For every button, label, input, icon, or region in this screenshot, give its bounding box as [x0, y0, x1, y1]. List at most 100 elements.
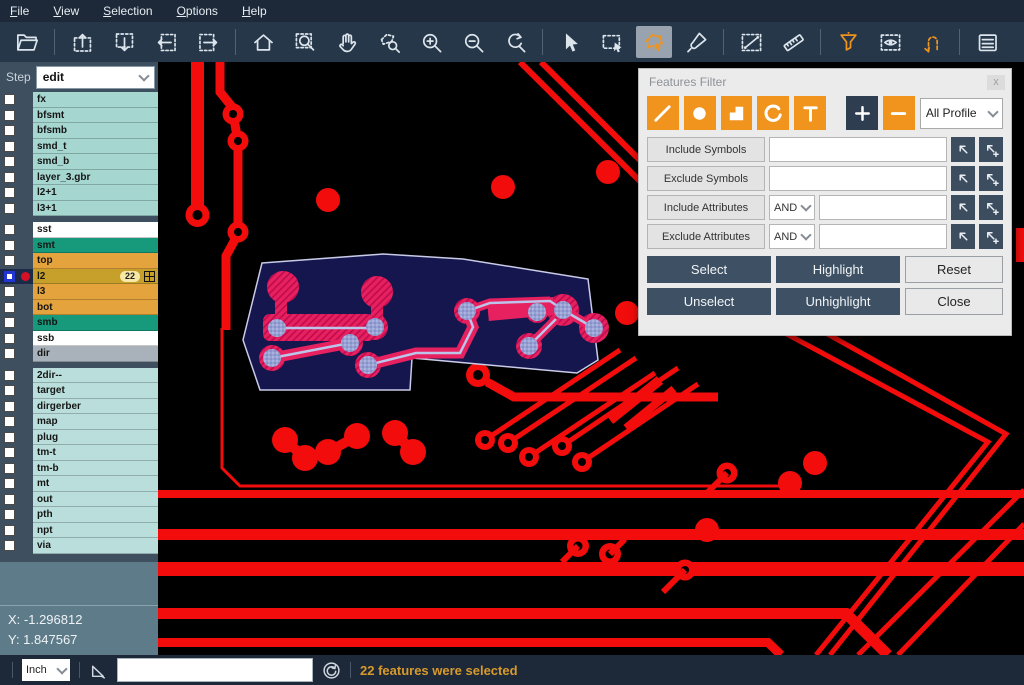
close-icon[interactable]: x: [987, 75, 1005, 90]
pick-from-canvas-icon[interactable]: [951, 195, 975, 220]
layer-visibility-checkbox[interactable]: [4, 416, 15, 427]
reset-button[interactable]: Reset: [905, 256, 1003, 283]
include-attributes-input[interactable]: [819, 195, 947, 220]
units-select[interactable]: Inch: [22, 659, 70, 681]
layer-visibility-checkbox[interactable]: [4, 141, 15, 152]
layer-visibility-checkbox[interactable]: [4, 302, 15, 313]
feature-type-arc-button[interactable]: [757, 96, 789, 130]
tool-zoom-out-icon[interactable]: [455, 26, 491, 58]
tool-select-rectangle-icon[interactable]: [594, 26, 630, 58]
corner-origin-icon[interactable]: [89, 661, 108, 680]
layer-row-smt[interactable]: smt: [0, 238, 158, 254]
layer-row-bfsmb[interactable]: bfsmb: [0, 123, 158, 139]
layer-row-smd_b[interactable]: smd_b: [0, 154, 158, 170]
layer-row-out[interactable]: out: [0, 492, 158, 508]
unselect-button[interactable]: Unselect: [647, 288, 771, 315]
tool-select-polygon-icon[interactable]: [636, 26, 672, 58]
layer-visibility-checkbox[interactable]: [4, 203, 15, 214]
layer-row-l2[interactable]: l222: [0, 269, 158, 285]
polarity-negative-button[interactable]: [883, 96, 915, 130]
layer-row-sst[interactable]: sst: [0, 222, 158, 238]
profile-select[interactable]: All Profile: [920, 98, 1003, 129]
layer-visibility-checkbox[interactable]: [4, 401, 15, 412]
layer-visibility-checkbox[interactable]: [4, 94, 15, 105]
exclude-attributes-button[interactable]: Exclude Attributes: [647, 224, 765, 249]
tool-zoom-polygon-icon[interactable]: [371, 26, 407, 58]
layer-row-tm-b[interactable]: tm-b: [0, 461, 158, 477]
tool-measure-ruler-icon[interactable]: [775, 26, 811, 58]
pick-add-from-canvas-icon[interactable]: [979, 166, 1003, 191]
layer-visibility-checkbox[interactable]: [4, 509, 15, 520]
command-input[interactable]: [117, 658, 313, 682]
feature-type-line-button[interactable]: [647, 96, 679, 130]
feature-type-text-button[interactable]: [794, 96, 826, 130]
layer-row-dirgerber[interactable]: dirgerber: [0, 399, 158, 415]
select-button[interactable]: Select: [647, 256, 771, 283]
tool-select-cursor-icon[interactable]: [552, 26, 588, 58]
tool-zoom-window-icon[interactable]: [287, 26, 323, 58]
unhighlight-button[interactable]: Unhighlight: [776, 288, 900, 315]
grid-icon[interactable]: [144, 271, 155, 282]
layer-visibility-checkbox[interactable]: [4, 224, 15, 235]
highlight-button[interactable]: Highlight: [776, 256, 900, 283]
pick-add-from-canvas-icon[interactable]: [979, 224, 1003, 249]
layer-row-mt[interactable]: mt: [0, 476, 158, 492]
exclude-symbols-button[interactable]: Exclude Symbols: [647, 166, 765, 191]
tool-layers-panel-icon[interactable]: [969, 26, 1005, 58]
layer-visibility-checkbox[interactable]: [4, 333, 15, 344]
layer-row-l2+1[interactable]: l2+1: [0, 185, 158, 201]
pick-from-canvas-icon[interactable]: [951, 166, 975, 191]
layer-row-bfsmt[interactable]: bfsmt: [0, 108, 158, 124]
layer-visibility-checkbox[interactable]: [4, 348, 15, 359]
selected-region[interactable]: [243, 254, 609, 390]
pick-from-canvas-icon[interactable]: [951, 137, 975, 162]
layer-row-fx[interactable]: fx: [0, 92, 158, 108]
tool-zoom-previous-icon[interactable]: [497, 26, 533, 58]
pick-from-canvas-icon[interactable]: [951, 224, 975, 249]
exclude-symbols-input[interactable]: [769, 166, 947, 191]
layer-row-pth[interactable]: pth: [0, 507, 158, 523]
layer-row-layer_3.gbr[interactable]: layer_3.gbr: [0, 170, 158, 186]
layer-visibility-checkbox[interactable]: [4, 317, 15, 328]
tool-zoom-in-icon[interactable]: [413, 26, 449, 58]
layer-row-l3+1[interactable]: l3+1: [0, 201, 158, 217]
close-button[interactable]: Close: [905, 288, 1003, 315]
layer-row-via[interactable]: via: [0, 538, 158, 554]
layer-row-bot[interactable]: bot: [0, 300, 158, 316]
layer-visibility-checkbox[interactable]: [4, 271, 15, 282]
layer-visibility-checkbox[interactable]: [4, 156, 15, 167]
layer-visibility-checkbox[interactable]: [4, 286, 15, 297]
layer-visibility-checkbox[interactable]: [4, 385, 15, 396]
layer-visibility-checkbox[interactable]: [4, 432, 15, 443]
feature-type-surface-button[interactable]: [721, 96, 753, 130]
step-select[interactable]: edit: [36, 66, 155, 89]
tool-import-top-icon[interactable]: [64, 26, 100, 58]
layer-row-tm-t[interactable]: tm-t: [0, 445, 158, 461]
tool-view-options-icon[interactable]: [872, 26, 908, 58]
include-attributes-operator-select[interactable]: AND: [769, 195, 815, 220]
dialog-title-bar[interactable]: Features Filter x: [639, 69, 1011, 95]
layer-row-dir[interactable]: dir: [0, 346, 158, 362]
pick-add-from-canvas-icon[interactable]: [979, 137, 1003, 162]
layer-row-npt[interactable]: npt: [0, 523, 158, 539]
layer-visibility-checkbox[interactable]: [4, 525, 15, 536]
layer-visibility-checkbox[interactable]: [4, 125, 15, 136]
tool-pan-hand-icon[interactable]: [329, 26, 365, 58]
tool-import-bottom-icon[interactable]: [106, 26, 142, 58]
layer-row-target[interactable]: target: [0, 383, 158, 399]
tool-measure-distance-icon[interactable]: [733, 26, 769, 58]
layer-visibility-checkbox[interactable]: [4, 370, 15, 381]
feature-type-pad-button[interactable]: [684, 96, 716, 130]
layer-row-ssb[interactable]: ssb: [0, 331, 158, 347]
menu-item-file[interactable]: File: [10, 4, 29, 18]
include-attributes-button[interactable]: Include Attributes: [647, 195, 765, 220]
layer-row-2dir--[interactable]: 2dir--: [0, 368, 158, 384]
layer-visibility-checkbox[interactable]: [4, 540, 15, 551]
layer-visibility-checkbox[interactable]: [4, 463, 15, 474]
tool-import-right-icon[interactable]: [190, 26, 226, 58]
include-symbols-button[interactable]: Include Symbols: [647, 137, 765, 162]
layer-visibility-checkbox[interactable]: [4, 172, 15, 183]
menu-item-options[interactable]: Options: [177, 4, 218, 18]
polarity-positive-button[interactable]: [846, 96, 878, 130]
layer-row-map[interactable]: map: [0, 414, 158, 430]
